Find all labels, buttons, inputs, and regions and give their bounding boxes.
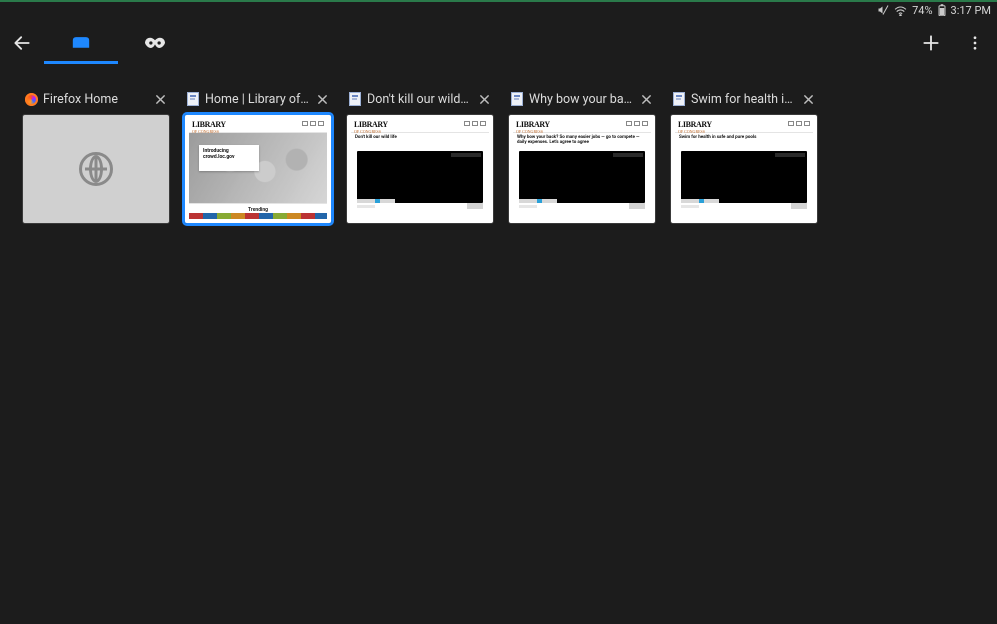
close-tab-button[interactable] xyxy=(314,91,330,107)
window-accent xyxy=(0,0,997,2)
tab-card[interactable]: Swim for health in safe and pure pools L… xyxy=(670,88,818,224)
thumb-brand: LIBRARYOF CONGRESS xyxy=(192,120,226,134)
tab-card[interactable]: Firefox Home xyxy=(22,88,170,224)
tab-thumbnail[interactable]: LIBRARYOF CONGRESS Introducing crowd.loc… xyxy=(184,114,332,224)
document-icon xyxy=(672,92,686,106)
tab-card[interactable]: Don't kill our wild life LIBRARYOF CONGR… xyxy=(346,88,494,224)
battery-icon xyxy=(938,4,946,16)
tab-thumbnail[interactable]: LIBRARYOF CONGRESS Swim for health in sa… xyxy=(670,114,818,224)
tab-thumbnail[interactable] xyxy=(22,114,170,224)
close-tab-button[interactable] xyxy=(800,91,816,107)
clock-time: 3:17 PM xyxy=(951,4,991,17)
thumb-article-title: Why bow your back? So many easier jobs —… xyxy=(517,135,647,146)
wifi-icon xyxy=(894,5,907,16)
document-icon xyxy=(348,92,362,106)
thumb-hero-card: Introducing crowd.loc.gov xyxy=(199,145,259,171)
battery-percent: 74% xyxy=(912,4,932,17)
tabs-grid: Firefox Home Home | Library of Congress xyxy=(22,88,975,624)
globe-icon xyxy=(79,152,113,186)
firefox-icon xyxy=(24,92,38,106)
status-bar: 74% 3:17 PM xyxy=(877,2,991,18)
document-icon xyxy=(510,92,524,106)
document-icon xyxy=(186,92,200,106)
tab-header: Firefox Home xyxy=(22,88,170,110)
tab-title: Don't kill our wild life xyxy=(367,92,471,107)
tab-title: Home | Library of Congress xyxy=(205,92,309,107)
thumb-article-title: Swim for health in safe and pure pools xyxy=(679,135,809,140)
overflow-menu-button[interactable] xyxy=(953,22,997,64)
tab-title: Firefox Home xyxy=(43,92,147,107)
tab-header: Home | Library of Congress xyxy=(184,88,332,110)
close-tab-button[interactable] xyxy=(476,91,492,107)
tab-title: Why bow your back? xyxy=(529,92,633,107)
tabs-mode-normal[interactable] xyxy=(44,22,118,64)
close-tab-button[interactable] xyxy=(152,91,168,107)
new-tab-button[interactable] xyxy=(909,22,953,64)
tab-header: Swim for health in safe and pure pools xyxy=(670,88,818,110)
tab-card[interactable]: Home | Library of Congress LIBRARYOF CON… xyxy=(184,88,332,224)
tabs-mode-private[interactable] xyxy=(118,22,192,64)
tab-card[interactable]: Why bow your back? LIBRARYOF CONGRESS Wh… xyxy=(508,88,656,224)
tab-thumbnail[interactable]: LIBRARYOF CONGRESS Why bow your back? So… xyxy=(508,114,656,224)
tab-title: Swim for health in safe and pure pools xyxy=(691,92,795,107)
thumb-article-title: Don't kill our wild life xyxy=(355,135,485,140)
toolbar xyxy=(0,22,997,64)
back-button[interactable] xyxy=(0,22,44,64)
close-tab-button[interactable] xyxy=(638,91,654,107)
tab-header: Don't kill our wild life xyxy=(346,88,494,110)
tab-header: Why bow your back? xyxy=(508,88,656,110)
mute-icon xyxy=(877,4,889,16)
tab-thumbnail[interactable]: LIBRARYOF CONGRESS Don't kill our wild l… xyxy=(346,114,494,224)
